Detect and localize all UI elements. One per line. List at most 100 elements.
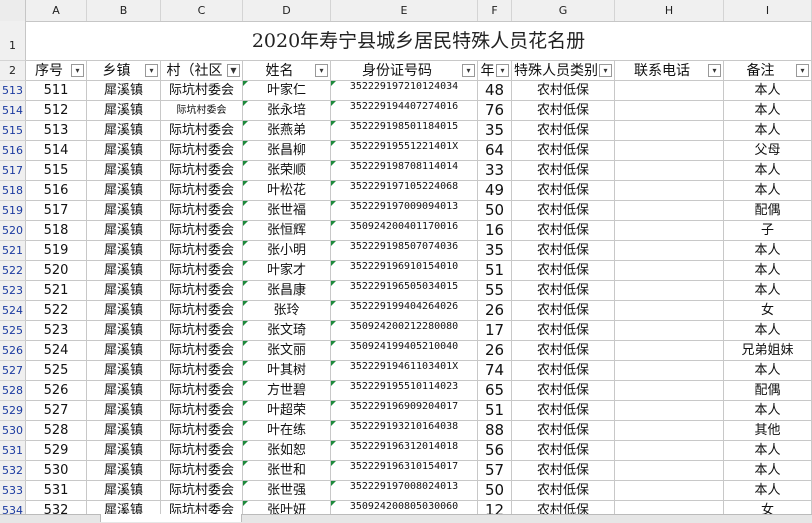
header-phone[interactable]: 联系电话 ▾ bbox=[615, 61, 724, 81]
cell-phone[interactable] bbox=[615, 161, 724, 181]
cell-note[interactable]: 本人 bbox=[724, 181, 812, 201]
cell-id[interactable]: 352229194407274016 bbox=[331, 101, 478, 121]
cell-age[interactable]: 76 bbox=[478, 101, 512, 121]
cell-town[interactable]: 犀溪镇 bbox=[87, 161, 161, 181]
cell-town[interactable]: 犀溪镇 bbox=[87, 421, 161, 441]
cell-type[interactable]: 农村低保 bbox=[512, 101, 615, 121]
cell-phone[interactable] bbox=[615, 181, 724, 201]
cell-seq[interactable]: 526 bbox=[26, 381, 87, 401]
cell-age[interactable]: 35 bbox=[478, 121, 512, 141]
cell-town[interactable]: 犀溪镇 bbox=[87, 81, 161, 101]
cell-name[interactable]: 张恒辉 bbox=[243, 221, 331, 241]
cell-id[interactable]: 350924200212280080 bbox=[331, 321, 478, 341]
cell-note[interactable]: 配偶 bbox=[724, 381, 812, 401]
cell-id[interactable]: 352229195510114023 bbox=[331, 381, 478, 401]
cell-age[interactable]: 49 bbox=[478, 181, 512, 201]
cell-age[interactable]: 57 bbox=[478, 461, 512, 481]
column-header-i[interactable]: I bbox=[724, 0, 812, 21]
cell-type[interactable]: 农村低保 bbox=[512, 461, 615, 481]
cell-town[interactable]: 犀溪镇 bbox=[87, 101, 161, 121]
row-header[interactable]: 2 bbox=[0, 61, 26, 81]
filter-dropdown-icon[interactable]: ▾ bbox=[145, 64, 158, 77]
column-header-e[interactable]: E bbox=[331, 0, 478, 21]
cell-name[interactable]: 叶在练 bbox=[243, 421, 331, 441]
cell-village[interactable]: 际坑村委会 bbox=[161, 301, 243, 321]
cell-village[interactable]: 际坑村委会 bbox=[161, 481, 243, 501]
cell-phone[interactable] bbox=[615, 441, 724, 461]
cell-town[interactable]: 犀溪镇 bbox=[87, 121, 161, 141]
cell-seq[interactable]: 531 bbox=[26, 481, 87, 501]
cell-age[interactable]: 74 bbox=[478, 361, 512, 381]
cell-seq[interactable]: 523 bbox=[26, 321, 87, 341]
cell-seq[interactable]: 512 bbox=[26, 101, 87, 121]
cell-age[interactable]: 33 bbox=[478, 161, 512, 181]
cell-id[interactable]: 352229196909204017 bbox=[331, 401, 478, 421]
column-header-b[interactable]: B bbox=[87, 0, 161, 21]
header-age[interactable]: 年 ▾ bbox=[478, 61, 512, 81]
cell-id[interactable]: 350924200401170016 bbox=[331, 221, 478, 241]
column-header-d[interactable]: D bbox=[243, 0, 331, 21]
row-header[interactable]: 516 bbox=[0, 141, 26, 161]
cell-town[interactable]: 犀溪镇 bbox=[87, 281, 161, 301]
cell-type[interactable]: 农村低保 bbox=[512, 201, 615, 221]
filter-dropdown-icon[interactable]: ▾ bbox=[71, 64, 84, 77]
cell-seq[interactable]: 514 bbox=[26, 141, 87, 161]
cell-town[interactable]: 犀溪镇 bbox=[87, 361, 161, 381]
cell-age[interactable]: 64 bbox=[478, 141, 512, 161]
cell-name[interactable]: 张永培 bbox=[243, 101, 331, 121]
row-header[interactable]: 526 bbox=[0, 341, 26, 361]
cell-note[interactable]: 本人 bbox=[724, 461, 812, 481]
cell-id[interactable]: 350924199405210040 bbox=[331, 341, 478, 361]
cell-village[interactable]: 际坑村委会 bbox=[161, 401, 243, 421]
cell-age[interactable]: 51 bbox=[478, 401, 512, 421]
cell-age[interactable]: 51 bbox=[478, 261, 512, 281]
cell-seq[interactable]: 517 bbox=[26, 201, 87, 221]
cell-age[interactable]: 17 bbox=[478, 321, 512, 341]
cell-town[interactable]: 犀溪镇 bbox=[87, 141, 161, 161]
cell-town[interactable]: 犀溪镇 bbox=[87, 481, 161, 501]
cell-village[interactable]: 际坑村委会 bbox=[161, 361, 243, 381]
cell-seq[interactable]: 521 bbox=[26, 281, 87, 301]
select-all-corner[interactable] bbox=[0, 0, 26, 21]
cell-type[interactable]: 农村低保 bbox=[512, 161, 615, 181]
cell-note[interactable]: 本人 bbox=[724, 121, 812, 141]
cell-town[interactable]: 犀溪镇 bbox=[87, 381, 161, 401]
cell-id[interactable]: 352229199404264026 bbox=[331, 301, 478, 321]
cell-note[interactable]: 本人 bbox=[724, 241, 812, 261]
cell-village[interactable]: 际坑村委会 bbox=[161, 241, 243, 261]
cell-town[interactable]: 犀溪镇 bbox=[87, 461, 161, 481]
cell-town[interactable]: 犀溪镇 bbox=[87, 301, 161, 321]
cell-village[interactable]: 际坑村委会 bbox=[161, 421, 243, 441]
cell-town[interactable]: 犀溪镇 bbox=[87, 241, 161, 261]
cell-phone[interactable] bbox=[615, 381, 724, 401]
header-village[interactable]: 村（社区 ▼ bbox=[161, 61, 243, 81]
cell-name[interactable]: 张世强 bbox=[243, 481, 331, 501]
column-header-f[interactable]: F bbox=[478, 0, 512, 21]
header-note[interactable]: 备注 ▾ bbox=[724, 61, 812, 81]
cell-town[interactable]: 犀溪镇 bbox=[87, 181, 161, 201]
cell-village[interactable]: 际坑村委会 bbox=[161, 201, 243, 221]
cell-type[interactable]: 农村低保 bbox=[512, 441, 615, 461]
cell-village[interactable]: 际坑村委会 bbox=[161, 341, 243, 361]
cell-note[interactable]: 本人 bbox=[724, 161, 812, 181]
cell-note[interactable]: 本人 bbox=[724, 321, 812, 341]
cell-village[interactable]: 际坑村委会 bbox=[161, 121, 243, 141]
cell-phone[interactable] bbox=[615, 321, 724, 341]
row-header[interactable]: 519 bbox=[0, 201, 26, 221]
cell-seq[interactable]: 530 bbox=[26, 461, 87, 481]
cell-note[interactable]: 本人 bbox=[724, 81, 812, 101]
cell-id[interactable]: 352229197210124034 bbox=[331, 81, 478, 101]
cell-name[interactable]: 张昌柳 bbox=[243, 141, 331, 161]
cell-name[interactable]: 叶松花 bbox=[243, 181, 331, 201]
row-header[interactable]: 1 bbox=[0, 21, 26, 61]
cell-phone[interactable] bbox=[615, 121, 724, 141]
cell-id[interactable]: 352229197105224068 bbox=[331, 181, 478, 201]
cell-name[interactable]: 张文丽 bbox=[243, 341, 331, 361]
cell-name[interactable]: 叶其树 bbox=[243, 361, 331, 381]
cell-note[interactable]: 本人 bbox=[724, 101, 812, 121]
cell-name[interactable]: 张世福 bbox=[243, 201, 331, 221]
cell-name[interactable]: 叶超荣 bbox=[243, 401, 331, 421]
cell-name[interactable]: 张荣顺 bbox=[243, 161, 331, 181]
cell-id[interactable]: 352229196910154010 bbox=[331, 261, 478, 281]
column-header-a[interactable]: A bbox=[26, 0, 87, 21]
